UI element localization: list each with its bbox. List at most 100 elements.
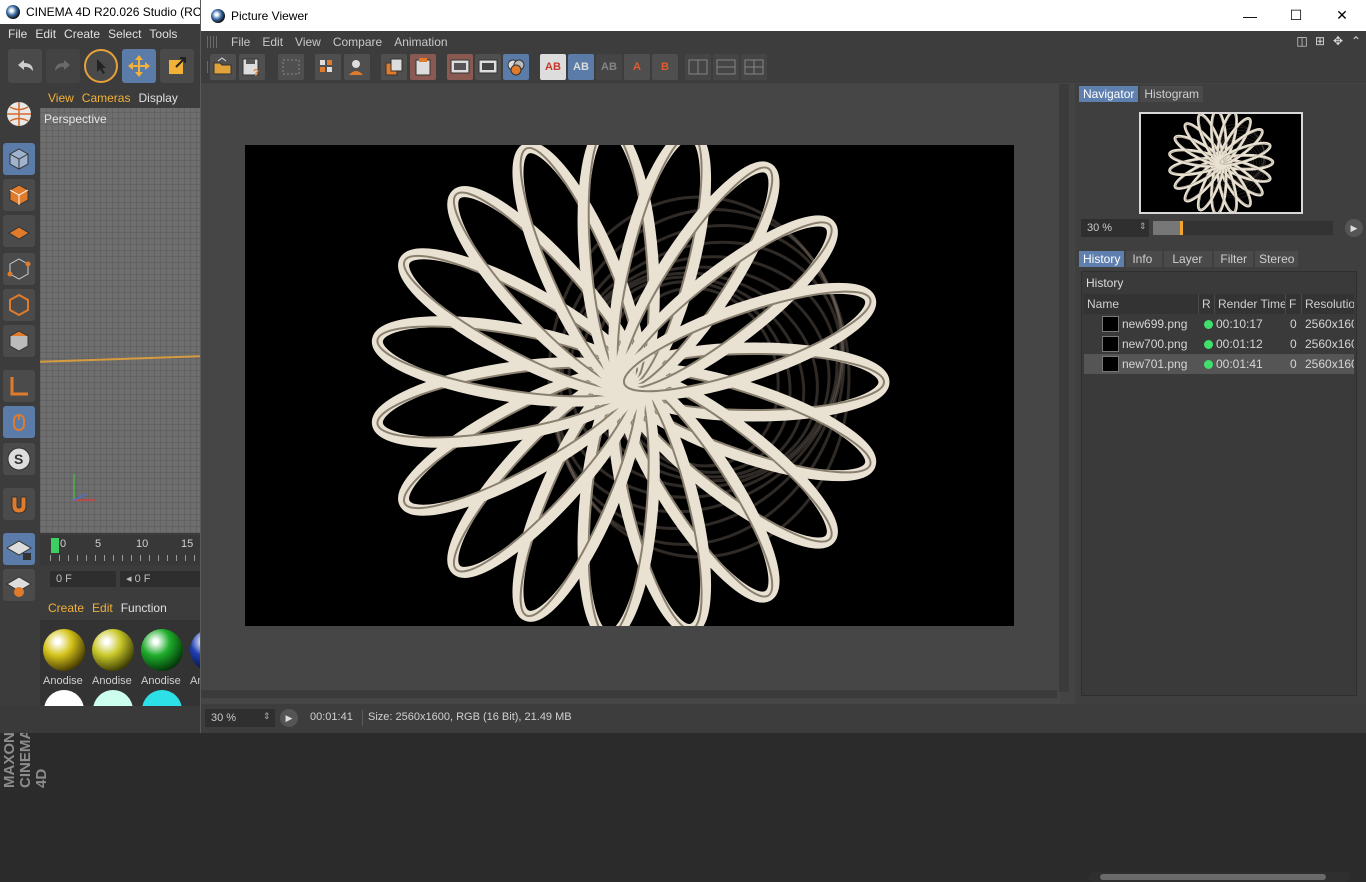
points-mode-button[interactable]: [3, 253, 35, 285]
show-alpha-button[interactable]: [447, 54, 473, 80]
tab-histogram[interactable]: Histogram: [1140, 86, 1204, 102]
move-tool-button[interactable]: [122, 49, 156, 83]
snap-settings-button[interactable]: S: [3, 443, 35, 475]
column-header-resolution[interactable]: Resolutio: [1302, 294, 1354, 314]
perspective-viewport[interactable]: Perspective: [40, 108, 200, 533]
picture-viewer-menu-bar: File Edit View Compare Animation ◫ ⊞ ✥ ⌃: [201, 31, 1366, 52]
tab-filter[interactable]: Filter: [1214, 251, 1254, 267]
ab-swap-button[interactable]: AB: [568, 54, 594, 80]
history-row[interactable]: new699.png 00:10:17 0 2560x160: [1084, 314, 1354, 334]
viewport-menu-cameras[interactable]: Cameras: [82, 91, 131, 105]
canvas-vertical-scrollbar[interactable]: [1059, 84, 1069, 692]
material-swatch[interactable]: Anodise: [90, 625, 136, 687]
undo-button[interactable]: [8, 49, 42, 83]
polygons-mode-button[interactable]: [3, 325, 35, 357]
scrollbar-thumb[interactable]: [1100, 874, 1326, 880]
pv-menu-animation[interactable]: Animation: [394, 35, 447, 49]
snap-button[interactable]: [3, 488, 35, 520]
history-row[interactable]: new701.png 00:01:41 0 2560x160: [1084, 354, 1354, 374]
material-swatch[interactable]: An: [188, 625, 200, 687]
render-settings-button[interactable]: [315, 54, 341, 80]
history-render-time: 00:10:17: [1216, 317, 1263, 331]
drag-move-icon[interactable]: ✥: [1331, 34, 1345, 48]
redo-button[interactable]: [46, 49, 80, 83]
column-header-r[interactable]: R: [1199, 294, 1215, 314]
maximize-button[interactable]: ☐: [1273, 0, 1319, 31]
timeline-playhead[interactable]: [51, 538, 59, 553]
menu-tools[interactable]: Tools: [149, 27, 177, 41]
material-swatch[interactable]: Anodise: [139, 625, 185, 687]
copy-button[interactable]: [381, 54, 407, 80]
grip-handle-icon[interactable]: [207, 35, 219, 48]
edges-mode-button[interactable]: [3, 289, 35, 321]
axis-button[interactable]: [3, 370, 35, 402]
stepper-arrows-icon[interactable]: ⇕: [263, 711, 271, 722]
play-icon[interactable]: ▶: [280, 709, 298, 727]
workplane-button[interactable]: [3, 215, 35, 247]
chevron-up-icon[interactable]: ⌃: [1349, 34, 1363, 48]
history-horizontal-scrollbar[interactable]: [1088, 872, 1350, 882]
min-frame-field[interactable]: ◂ 0 F: [120, 571, 200, 587]
column-header-name[interactable]: Name: [1084, 294, 1199, 314]
tab-history[interactable]: History: [1079, 251, 1125, 267]
globe-mode-button[interactable]: [3, 98, 35, 130]
compare-mode-2-button[interactable]: [713, 54, 739, 80]
tab-navigator[interactable]: Navigator: [1079, 86, 1139, 102]
tweak-button[interactable]: [3, 406, 35, 438]
texture-mode-button[interactable]: [3, 179, 35, 211]
locked-workplane-button[interactable]: [3, 533, 35, 565]
tab-stereo[interactable]: Stereo: [1255, 251, 1299, 267]
render-region-button[interactable]: [278, 54, 304, 80]
show-channel-button[interactable]: [475, 54, 501, 80]
panel-layout-icon[interactable]: ◫: [1295, 34, 1309, 48]
menu-edit[interactable]: Edit: [35, 27, 56, 41]
new-panel-icon[interactable]: ⊞: [1313, 34, 1327, 48]
menu-select[interactable]: Select: [108, 27, 141, 41]
history-row[interactable]: new700.png 00:01:12 0 2560x160: [1084, 334, 1354, 354]
planar-workplane-button[interactable]: [3, 569, 35, 601]
navigator-zoom-slider[interactable]: [1153, 221, 1333, 235]
set-b-button[interactable]: B: [652, 54, 678, 80]
close-button[interactable]: ✕: [1319, 0, 1365, 31]
ab-split-button[interactable]: AB: [596, 54, 622, 80]
navigator-thumbnail[interactable]: [1139, 112, 1303, 214]
canvas-horizontal-scrollbar[interactable]: [201, 690, 1057, 698]
column-header-f[interactable]: F: [1286, 294, 1302, 314]
material-menu-function[interactable]: Function: [121, 601, 167, 615]
minimize-button[interactable]: —: [1227, 0, 1273, 31]
image-canvas[interactable]: [201, 84, 1061, 704]
timeline[interactable]: 0 5 10 15: [40, 535, 200, 565]
set-a-button[interactable]: A: [624, 54, 650, 80]
paste-button[interactable]: [410, 54, 436, 80]
pv-menu-edit[interactable]: Edit: [262, 35, 283, 49]
open-image-button[interactable]: [210, 54, 236, 80]
picture-viewer-title-bar[interactable]: Picture Viewer — ☐ ✕: [201, 0, 1366, 31]
material-swatch[interactable]: Anodise: [41, 625, 87, 687]
redo-icon: [55, 60, 70, 71]
play-icon[interactable]: ▶: [1345, 219, 1363, 237]
pv-menu-compare[interactable]: Compare: [333, 35, 382, 49]
stepper-arrows-icon[interactable]: ⇕: [1139, 221, 1147, 232]
live-selection-button[interactable]: [84, 49, 118, 83]
scale-tool-button[interactable]: [160, 49, 194, 83]
current-frame-field[interactable]: 0 F: [50, 571, 116, 587]
material-menu-edit[interactable]: Edit: [92, 601, 113, 615]
menu-file[interactable]: File: [8, 27, 27, 41]
menu-create[interactable]: Create: [64, 27, 100, 41]
render-queue-button[interactable]: [344, 54, 370, 80]
viewport-menu-view[interactable]: View: [48, 91, 74, 105]
compare-mode-3-button[interactable]: [741, 54, 767, 80]
model-mode-button[interactable]: [3, 143, 35, 175]
rgb-channels-button[interactable]: [503, 54, 529, 80]
column-header-render-time[interactable]: Render Time: [1215, 294, 1286, 314]
compare-mode-1-button[interactable]: [685, 54, 711, 80]
material-menu-create[interactable]: Create: [48, 601, 84, 615]
save-as-button[interactable]: ?: [239, 54, 265, 80]
zoom-slider-handle[interactable]: [1179, 221, 1183, 235]
viewport-menu-display[interactable]: Display: [138, 91, 177, 105]
tab-info[interactable]: Info: [1126, 251, 1163, 267]
tab-layer[interactable]: Layer: [1164, 251, 1213, 267]
pv-menu-file[interactable]: File: [231, 35, 250, 49]
pv-menu-view[interactable]: View: [295, 35, 321, 49]
ab-compare-button[interactable]: AB: [540, 54, 566, 80]
